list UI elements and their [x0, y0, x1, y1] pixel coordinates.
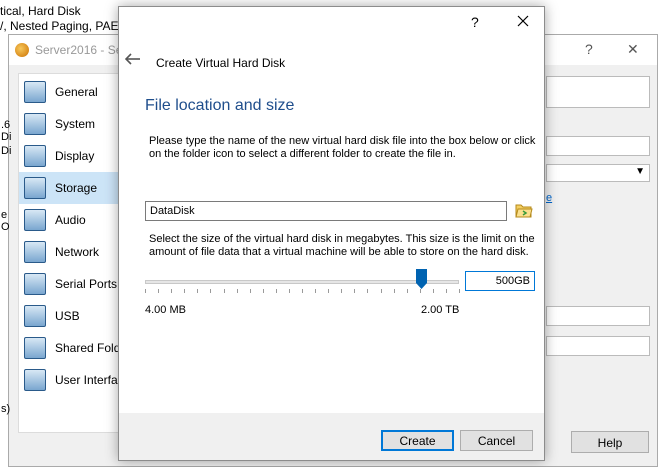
slider-tick — [145, 289, 146, 293]
slider-tick — [446, 289, 447, 293]
slider-tick — [407, 289, 408, 293]
slider-tick — [197, 289, 198, 293]
sidebar-item-system[interactable]: System — [19, 108, 129, 140]
slider-tick — [381, 289, 382, 293]
slider-tick — [394, 289, 395, 293]
size-slider-track[interactable] — [145, 280, 459, 284]
slider-tick — [263, 289, 264, 293]
sidebar-item-label: Storage — [55, 181, 98, 195]
sidebar-item-label: General — [55, 85, 98, 99]
slider-tick — [276, 289, 277, 293]
settings-field-lower-2[interactable] — [546, 336, 650, 356]
network-icon — [24, 241, 46, 263]
slider-tick — [184, 289, 185, 293]
display-icon — [24, 145, 46, 167]
back-arrow-icon[interactable] — [125, 53, 141, 65]
sidebar-item-user-interfac[interactable]: User Interfac — [19, 364, 129, 396]
cancel-button[interactable]: Cancel — [460, 430, 533, 451]
sidebar-item-label: Display — [55, 149, 95, 163]
serial-ports-icon — [24, 273, 46, 295]
slider-tick — [315, 289, 316, 293]
sidebar-item-label: Network — [55, 245, 100, 259]
dialog-body: Create Virtual Hard Disk File location a… — [119, 37, 544, 413]
sidebar-item-storage[interactable]: Storage — [19, 172, 129, 204]
sidebar-item-shared-folde[interactable]: Shared Folde — [19, 332, 129, 364]
background-fragment-2: Di — [1, 131, 12, 143]
sidebar-item-label: USB — [55, 309, 80, 323]
slider-tick — [459, 289, 460, 293]
slider-tick — [341, 289, 342, 293]
settings-text-field[interactable] — [546, 136, 650, 156]
shared-folders-icon — [24, 337, 46, 359]
storage-icon — [24, 177, 46, 199]
dialog-titlebar: ? — [119, 7, 544, 37]
range-min-label: 4.00 MB — [145, 304, 186, 316]
size-input[interactable] — [465, 271, 535, 291]
slider-tick — [237, 289, 238, 293]
settings-field-lower-1[interactable] — [546, 306, 650, 326]
create-virtual-hard-disk-dialog: ? Create Virtual Hard Disk File location… — [118, 6, 545, 461]
settings-help-button[interactable]: Help — [571, 431, 649, 453]
settings-help-icon[interactable]: ? — [585, 41, 593, 57]
slider-tick — [354, 289, 355, 293]
settings-sidebar: General System Display Storage Audio Network S… — [18, 73, 129, 433]
slider-tick — [328, 289, 329, 293]
dialog-close-icon[interactable] — [513, 11, 533, 31]
sidebar-item-serial-ports[interactable]: Serial Ports — [19, 268, 129, 300]
settings-close-icon[interactable]: ✕ — [627, 41, 639, 58]
settings-dropdown[interactable]: ▼ — [546, 164, 650, 182]
background-fragment-6: s) — [1, 403, 11, 415]
background-fragment-5: O — [1, 221, 10, 233]
settings-window-title: Server2016 - Set — [35, 43, 126, 57]
virtualbox-app-icon — [15, 43, 29, 57]
location-description: Please type the name of the new virtual … — [149, 135, 536, 160]
slider-tick — [289, 289, 290, 293]
general-icon — [24, 81, 46, 103]
dialog-heading: Create Virtual Hard Disk — [156, 56, 286, 70]
file-name-input[interactable] — [145, 201, 507, 221]
sidebar-item-label: System — [55, 117, 96, 131]
sidebar-item-network[interactable]: Network — [19, 236, 129, 268]
sidebar-item-label: User Interfac — [55, 373, 124, 387]
system-icon — [24, 113, 46, 135]
slider-tick — [224, 289, 225, 293]
slider-tick — [302, 289, 303, 293]
background-text-line-1: tical, Hard Disk — [0, 4, 81, 18]
sidebar-item-audio[interactable]: Audio — [19, 204, 129, 236]
user-interface-icon — [24, 369, 46, 391]
size-slider-thumb[interactable] — [416, 269, 428, 289]
sidebar-item-label: Shared Folde — [55, 341, 128, 355]
slider-tick — [367, 289, 368, 293]
slider-tick — [171, 289, 172, 293]
slider-tick — [210, 289, 211, 293]
chevron-down-icon: ▼ — [635, 166, 645, 177]
background-fragment-4: e — [1, 209, 8, 221]
slider-tick — [433, 289, 434, 293]
audio-icon — [24, 209, 46, 231]
slider-tick — [250, 289, 251, 293]
dialog-help-icon[interactable]: ? — [471, 14, 479, 30]
sidebar-item-general[interactable]: General — [19, 76, 129, 108]
range-max-label: 2.00 TB — [421, 304, 460, 316]
sidebar-item-usb[interactable]: USB — [19, 300, 129, 332]
usb-icon — [24, 305, 46, 327]
slider-tick — [158, 289, 159, 293]
settings-link-fragment[interactable]: e — [546, 192, 552, 204]
size-description: Select the size of the virtual hard disk… — [149, 233, 535, 258]
sidebar-item-display[interactable]: Display — [19, 140, 129, 172]
section-title: File location and size — [145, 97, 295, 114]
background-fragment-3: Di — [1, 145, 12, 157]
settings-name-field[interactable] — [546, 76, 650, 108]
background-fragment-1: .6 — [1, 119, 11, 131]
sidebar-item-label: Serial Ports — [55, 277, 118, 291]
folder-browse-icon[interactable] — [515, 201, 533, 219]
slider-tick — [420, 289, 421, 293]
sidebar-item-label: Audio — [55, 213, 86, 227]
create-button[interactable]: Create — [381, 430, 454, 451]
